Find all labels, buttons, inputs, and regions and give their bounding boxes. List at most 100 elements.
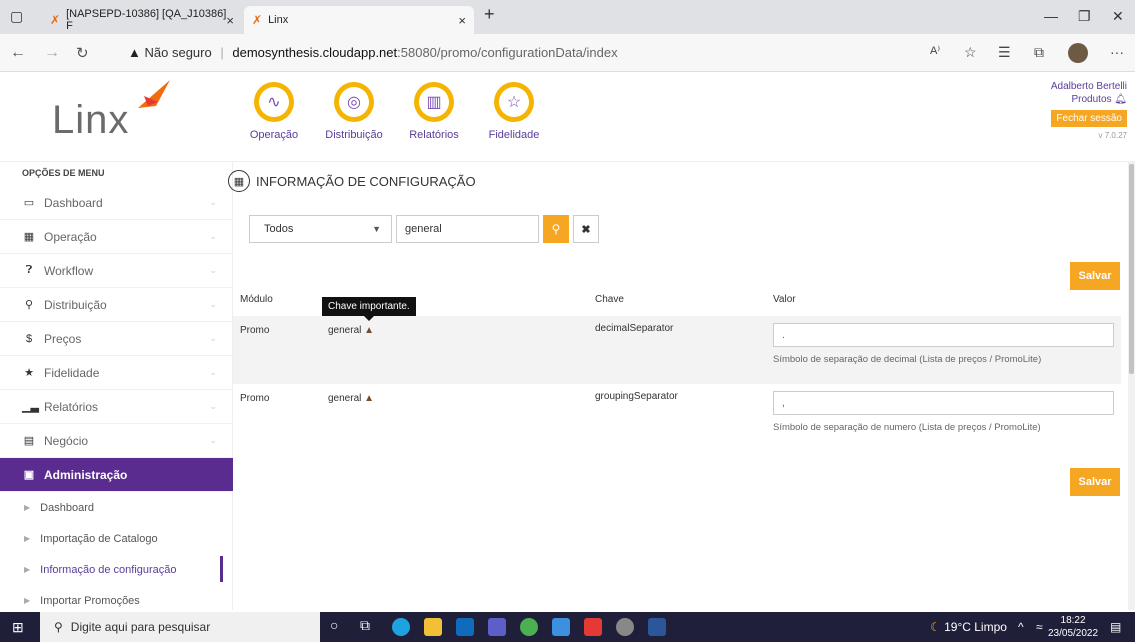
table-icon: ▦ — [228, 170, 250, 192]
minimize-icon[interactable]: — — [1044, 8, 1058, 24]
browser-tab-linx[interactable]: ✗ Linx × — [244, 6, 474, 34]
submenu-dashboard[interactable]: ▶ Dashboard — [0, 492, 233, 523]
row-group: general ▲ — [328, 393, 375, 404]
submenu-importacao-catalogo[interactable]: ▶ Importação de Catalogo — [0, 523, 233, 554]
chevron-down-icon: ⌄ — [209, 435, 217, 445]
caret-right-icon: ▶ — [24, 534, 31, 543]
outlook-icon[interactable] — [456, 618, 474, 636]
active-indicator — [220, 556, 223, 582]
more-icon[interactable]: ··· — [1110, 44, 1124, 60]
edge-icon[interactable] — [392, 618, 410, 636]
close-window-icon[interactable]: ✕ — [1112, 8, 1124, 25]
chrome-icon[interactable] — [520, 618, 538, 636]
linx-favicon-icon: ✗ — [252, 13, 263, 27]
graph-icon: ∿ — [259, 87, 289, 117]
wifi-icon[interactable]: ≈ — [1036, 620, 1043, 634]
linx-favicon-icon: ✗ — [50, 13, 61, 27]
search-button[interactable]: ⚲ — [543, 215, 569, 243]
windows-start-icon[interactable]: ⊞ — [12, 619, 24, 636]
favorite-icon[interactable]: ☆ — [964, 44, 977, 61]
module-fidelidade[interactable]: ☆ Fidelidade — [474, 82, 554, 141]
scrollbar[interactable] — [1128, 162, 1135, 610]
value-input[interactable]: . — [773, 323, 1114, 347]
module-distribuicao[interactable]: ◎ Distribuição — [314, 82, 394, 141]
file-explorer-icon[interactable] — [424, 618, 442, 636]
caret-right-icon: ▶ — [24, 596, 31, 605]
task-view-icon[interactable]: ⧉ — [360, 617, 378, 635]
address-bar: ← → ↻ ▲ Não seguro | demosynthesis.cloud… — [0, 34, 1135, 72]
app-icon[interactable] — [584, 618, 602, 636]
close-tab-icon[interactable]: × — [458, 13, 466, 28]
chrome-profile-icon[interactable] — [616, 618, 634, 636]
app-header: Linx ∿ Operação ◎ Distribuição ▥ Relatór… — [0, 72, 1135, 162]
linx-mark-icon — [138, 80, 170, 108]
weather-widget[interactable]: ☾ 19°C Limpo — [930, 620, 1007, 634]
word-icon[interactable] — [648, 618, 666, 636]
clear-button[interactable]: ✖ — [573, 215, 599, 243]
table-row: Promo general ▲ decimalSeparator . Símbo… — [233, 316, 1121, 384]
user-context[interactable]: Produtos — [1071, 94, 1111, 105]
favorites-list-icon[interactable]: ☰ — [998, 44, 1011, 61]
notifications-icon[interactable]: ▤ — [1110, 620, 1121, 634]
column-header-valor: Valor — [773, 294, 796, 305]
warning-icon[interactable]: ▲ — [364, 325, 374, 336]
save-button-top[interactable]: Salvar — [1070, 262, 1120, 290]
logout-button[interactable]: Fechar sessão — [1051, 110, 1127, 127]
clock[interactable]: 18:22 23/05/2022 — [1048, 614, 1098, 640]
value-input[interactable]: , — [773, 391, 1114, 415]
sidebar-item-dashboard[interactable]: ▭ Dashboard ⌄ — [0, 186, 233, 220]
linx-logo[interactable]: Linx — [52, 80, 170, 143]
teams-icon[interactable] — [488, 618, 506, 636]
warning-icon[interactable]: ▲ — [364, 393, 374, 404]
close-icon: ✖ — [581, 223, 591, 236]
sidebar-item-fidelidade[interactable]: ★ Fidelidade ⌄ — [0, 356, 233, 390]
search-icon: ⚲ — [54, 620, 63, 634]
sidebar-item-negocio[interactable]: ▤ Negócio ⌄ — [0, 424, 233, 458]
chevron-up-icon[interactable]: ^ — [1018, 620, 1024, 634]
sidebar-item-precos[interactable]: $ Preços ⌄ — [0, 322, 233, 356]
read-aloud-icon[interactable]: A⁾ — [930, 44, 940, 57]
module-filter-select[interactable]: Todos ▼ — [249, 215, 392, 243]
caret-right-icon: ▶ — [24, 565, 31, 574]
tab-actions-icon[interactable]: ▢ — [10, 8, 23, 25]
sidebar-item-distribuicao[interactable]: ⚲ Distribuição ⌄ — [0, 288, 233, 322]
module-operacao[interactable]: ∿ Operação — [234, 82, 314, 141]
collections-icon[interactable]: ⧉ — [1034, 44, 1044, 61]
row-key: groupingSeparator — [595, 391, 678, 402]
drop-icon[interactable] — [552, 618, 570, 636]
user-panel: Adalberto Bertelli Produtos 🔔︎ Fechar se… — [1051, 80, 1127, 142]
sidebar-item-workflow[interactable]: ❓︎ Workflow ⌄ — [0, 254, 233, 288]
url-field[interactable]: ▲ Não seguro | demosynthesis.cloudapp.ne… — [128, 45, 618, 60]
taskbar-search[interactable]: ⚲ Digite aqui para pesquisar — [40, 612, 320, 642]
back-icon[interactable]: ← — [10, 44, 26, 62]
star-icon: ★ — [24, 367, 34, 379]
value-description: Símbolo de separação de numero (Lista de… — [773, 422, 1041, 433]
module-relatorios[interactable]: ▥ Relatórios — [394, 82, 474, 141]
page-title: ▦ INFORMAÇÃO DE CONFIGURAÇÃO — [228, 170, 476, 192]
tooltip: Chave importante. — [322, 297, 416, 321]
chevron-down-icon: ⌄ — [209, 231, 217, 241]
new-tab-icon[interactable]: + — [484, 4, 495, 25]
search-input[interactable]: general — [396, 215, 539, 243]
grid-icon: ▦ — [23, 231, 35, 243]
bell-icon[interactable]: 🔔︎ — [1114, 94, 1127, 105]
browser-tab-jira[interactable]: ✗ [NAPSEPD-10386] [QA_J10386] F × — [42, 6, 242, 34]
restore-icon[interactable]: ❐ — [1078, 8, 1091, 25]
row-module: Promo — [240, 393, 270, 404]
refresh-icon[interactable]: ↻ — [76, 44, 89, 62]
save-button-bottom[interactable]: Salvar — [1070, 468, 1120, 496]
chevron-down-icon: ⌄ — [209, 333, 217, 343]
row-key: decimalSeparator — [595, 323, 674, 334]
close-tab-icon[interactable]: × — [226, 13, 234, 28]
cortana-icon[interactable]: ○ — [330, 617, 348, 635]
forward-icon[interactable]: → — [44, 44, 60, 62]
sidebar-item-administracao[interactable]: ▣ Administração — [0, 458, 233, 492]
star-icon: ☆ — [499, 87, 529, 117]
sidebar-item-operacao[interactable]: ▦ Operação ⌄ — [0, 220, 233, 254]
moon-icon: ☾ — [930, 620, 941, 634]
submenu-informacao-configuracao[interactable]: ▶ Informação de configuração — [0, 554, 233, 585]
calendar-icon: ▣ — [23, 469, 35, 481]
profile-avatar[interactable] — [1068, 43, 1088, 63]
sidebar-item-relatorios[interactable]: ▁▃ Relatórios ⌄ — [0, 390, 233, 424]
scrollbar-thumb[interactable] — [1129, 164, 1134, 374]
